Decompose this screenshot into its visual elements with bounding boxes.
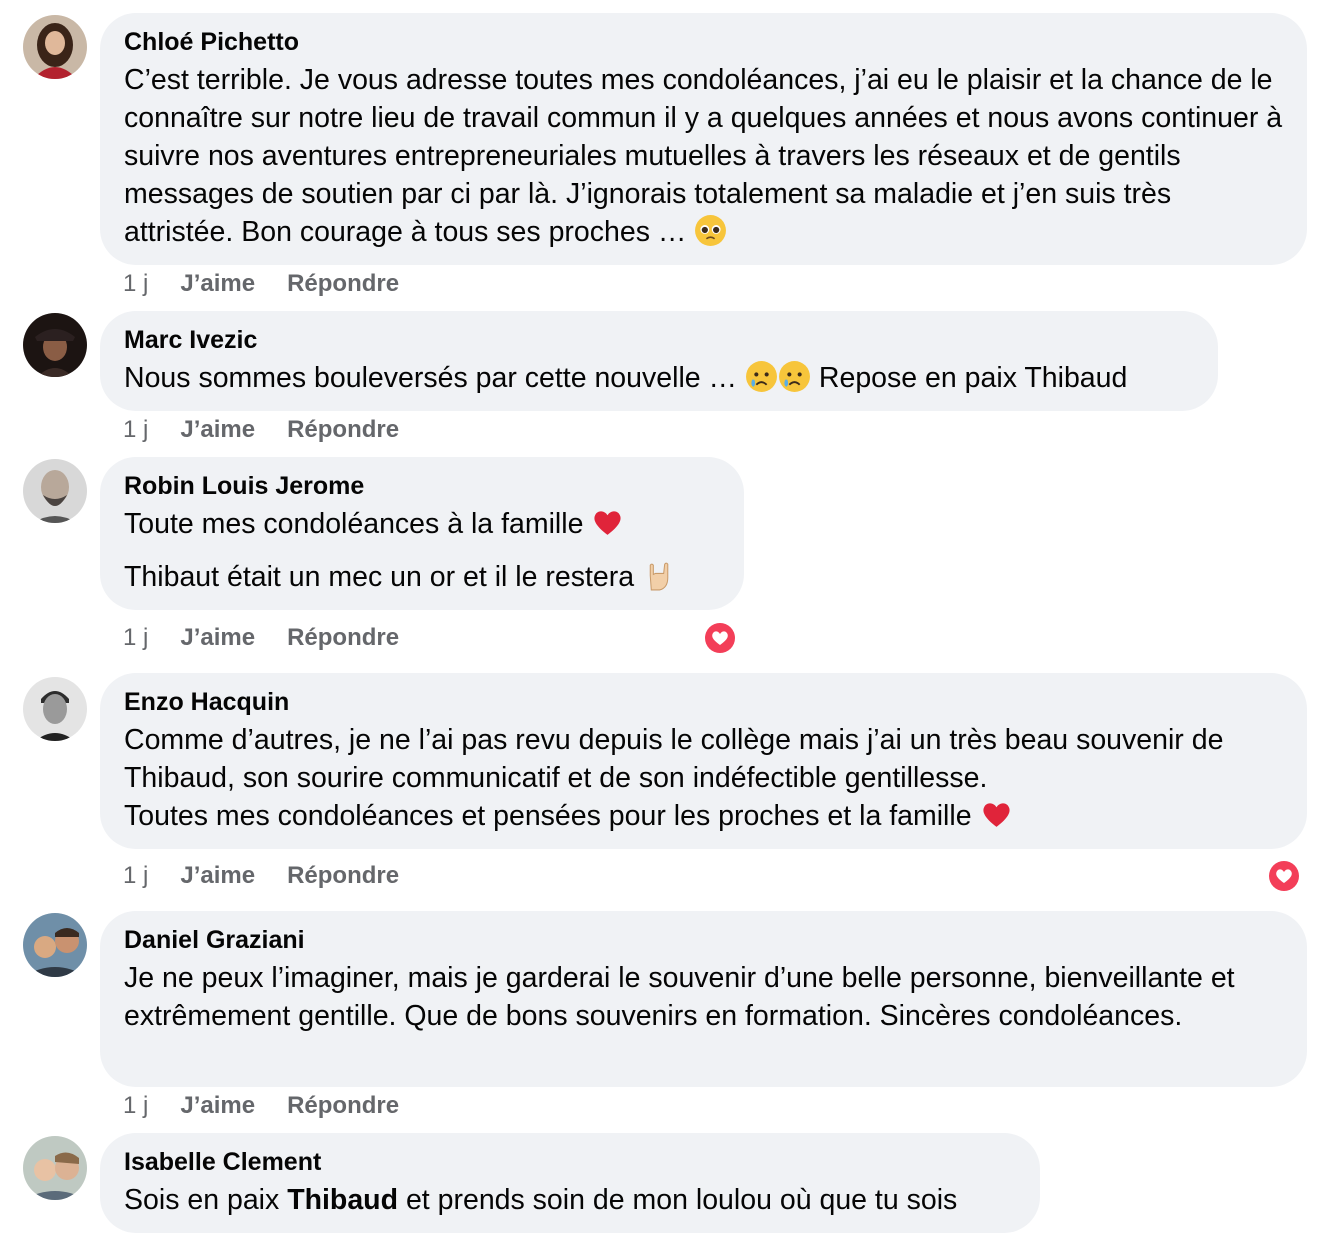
heart-icon — [712, 631, 728, 645]
comment-body: Toute mes condoléances à la famille — [124, 508, 584, 540]
avatar[interactable] — [23, 459, 87, 523]
comment-text: Nous sommes bouleversés par cette nouvel… — [124, 359, 1194, 397]
author-name[interactable]: Daniel Graziani — [124, 925, 1283, 955]
comment-bubble: Isabelle Clement Sois en paix Thibaud et… — [100, 1133, 1040, 1233]
red-heart-emoji-icon — [982, 803, 1010, 827]
red-heart-emoji-icon — [594, 511, 621, 535]
comment-text: Je ne peux l’imaginer, mais je garderai … — [124, 962, 1235, 1032]
reply-button[interactable]: Répondre — [287, 623, 399, 653]
timestamp[interactable]: 1 j — [123, 269, 148, 299]
reply-button[interactable]: Répondre — [287, 269, 399, 299]
avatar-women-selfie-icon — [23, 1136, 87, 1200]
timestamp[interactable]: 1 j — [123, 1091, 148, 1121]
reply-button[interactable]: Répondre — [287, 1091, 399, 1121]
like-button[interactable]: J’aime — [180, 623, 255, 653]
timestamp[interactable]: 1 j — [123, 623, 148, 653]
comment-bubble: Marc Ivezic Nous sommes bouleversés par … — [100, 311, 1218, 411]
comment-thread: Chloé Pichetto C’est terrible. Je vous a… — [0, 0, 1326, 1242]
like-button[interactable]: J’aime — [180, 1091, 255, 1121]
pleading-face-emoji-icon — [695, 215, 727, 246]
avatar-family-photo-icon — [23, 913, 87, 977]
comment-actions: 1 j J’aime Répondre — [123, 269, 399, 299]
like-button[interactable]: J’aime — [180, 415, 255, 445]
love-reaction-badge — [705, 623, 735, 653]
avatar-man-hat-icon — [23, 313, 87, 377]
avatar[interactable] — [23, 1136, 87, 1200]
heart-icon — [1276, 869, 1292, 883]
comment-body: et prends soin de mon loulou où que tu s… — [405, 1184, 958, 1216]
author-name[interactable]: Isabelle Clement — [124, 1147, 1016, 1177]
comment-body: Repose en paix Thibaud — [818, 362, 1128, 394]
comment-actions: 1 j J’aime Répondre — [123, 415, 399, 445]
comment-text: Comme d’autres, je ne l’ai pas revu depu… — [124, 721, 1283, 835]
sad-tear-face-emoji-icon — [779, 361, 810, 392]
love-reaction-badge — [1269, 861, 1299, 891]
comment-text: Sois en paix Thibaud et prends soin de m… — [124, 1181, 1016, 1219]
like-button[interactable]: J’aime — [180, 861, 255, 891]
comment-text: C’est terrible. Je vous adresse toutes m… — [124, 61, 1283, 251]
avatar[interactable] — [23, 677, 87, 741]
rock-hand-emoji-icon — [649, 562, 669, 591]
comment-text: Toute mes condoléances à la famille Thib… — [124, 505, 720, 596]
comment-line: Toutes mes condoléances et pensées pour … — [124, 797, 1283, 835]
comment-actions: 1 j J’aime Répondre — [123, 1091, 399, 1121]
avatar[interactable] — [23, 15, 87, 79]
author-name[interactable]: Robin Louis Jerome — [124, 471, 720, 501]
love-reaction-icon[interactable] — [703, 621, 737, 655]
comment-bubble: Robin Louis Jerome Toute mes condoléance… — [100, 457, 744, 610]
comment-actions: 1 j J’aime Répondre — [123, 623, 399, 653]
timestamp[interactable]: 1 j — [123, 861, 148, 891]
comment-paragraph: Thibaut était un mec un or et il le rest… — [124, 558, 720, 596]
author-name[interactable]: Enzo Hacquin — [124, 687, 1283, 717]
mention-link[interactable]: Thibaud — [287, 1184, 398, 1216]
author-name[interactable]: Chloé Pichetto — [124, 27, 1283, 57]
avatar[interactable] — [23, 913, 87, 977]
like-button[interactable]: J’aime — [180, 269, 255, 299]
avatar-man-bw-icon — [23, 677, 87, 741]
sad-tear-face-emoji-icon — [746, 361, 777, 392]
comment-body: Sois en paix — [124, 1184, 280, 1216]
comment-bubble: Enzo Hacquin Comme d’autres, je ne l’ai … — [100, 673, 1307, 849]
love-reaction-icon[interactable] — [1267, 859, 1301, 893]
avatar[interactable] — [23, 313, 87, 377]
comment-bubble: Chloé Pichetto C’est terrible. Je vous a… — [100, 13, 1307, 265]
reply-button[interactable]: Répondre — [287, 415, 399, 445]
comment-body: Toutes mes condoléances et pensées pour … — [124, 800, 972, 832]
comment-body: Comme d’autres, je ne l’ai pas revu depu… — [124, 724, 1224, 794]
author-name[interactable]: Marc Ivezic — [124, 325, 1194, 355]
comment-actions: 1 j J’aime Répondre — [123, 861, 399, 891]
comment-bubble: Daniel Graziani Je ne peux l’imaginer, m… — [100, 911, 1307, 1087]
comment-body: Nous sommes bouleversés par cette nouvel… — [124, 362, 738, 394]
avatar-bald-bearded-man-icon — [23, 459, 87, 523]
reply-button[interactable]: Répondre — [287, 861, 399, 891]
avatar-woman-dark-hair-icon — [23, 15, 87, 79]
comment-body: Thibaut était un mec un or et il le rest… — [124, 561, 635, 593]
comment-paragraph: Toute mes condoléances à la famille — [124, 505, 720, 543]
timestamp[interactable]: 1 j — [123, 415, 148, 445]
